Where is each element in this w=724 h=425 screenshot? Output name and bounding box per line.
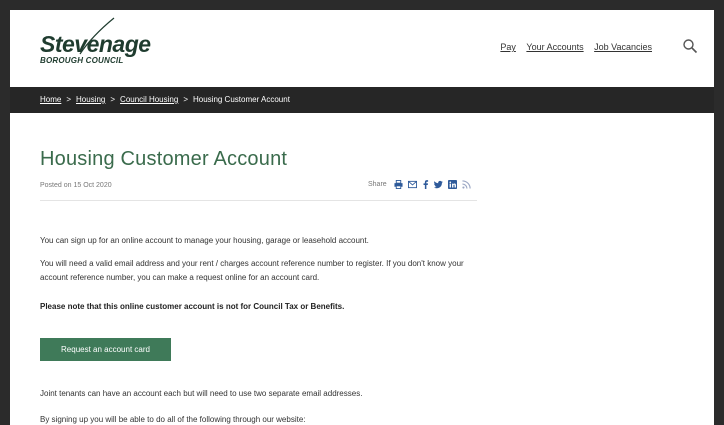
- breadcrumb-current: Housing Customer Account: [192, 95, 290, 104]
- breadcrumb-separator: >: [110, 95, 116, 104]
- rss-icon[interactable]: [462, 180, 471, 189]
- share-bar: Share: [368, 180, 471, 189]
- site-header: Stevenage BOROUGH COUNCIL Pay Your Accou…: [10, 10, 714, 87]
- breadcrumb-bar: Home > Housing > Council Housing > Housing Cus…: [10, 87, 714, 113]
- breadcrumb-housing[interactable]: Housing: [76, 95, 105, 104]
- joint-tenants-paragraph: Joint tenants can have an account each b…: [40, 389, 363, 398]
- nav-link-job-vacancies[interactable]: Job Vacancies: [594, 42, 652, 52]
- divider: [40, 200, 477, 201]
- facebook-icon[interactable]: [422, 180, 429, 189]
- page-title: Housing Customer Account: [40, 148, 288, 170]
- print-icon[interactable]: [394, 180, 403, 189]
- breadcrumb-home[interactable]: Home: [40, 95, 61, 104]
- request-account-card-button[interactable]: Request an account card: [40, 338, 171, 361]
- notice-paragraph: Please note that this online customer ac…: [40, 302, 345, 311]
- page: Stevenage BOROUGH COUNCIL Pay Your Accou…: [10, 10, 714, 425]
- nav-link-pay[interactable]: Pay: [500, 42, 516, 52]
- logo-subtitle: BOROUGH COUNCIL: [40, 56, 124, 65]
- email-icon[interactable]: [407, 180, 417, 189]
- council-logo[interactable]: Stevenage BOROUGH COUNCIL: [40, 17, 151, 66]
- breadcrumb-separator: >: [183, 95, 188, 104]
- nav-link-your-accounts[interactable]: Your Accounts: [526, 42, 583, 52]
- top-navigation: Pay Your Accounts Job Vacancies: [492, 42, 652, 52]
- posted-date: Posted on 15 Oct 2020: [40, 182, 112, 189]
- logo-swoosh-icon: [79, 17, 115, 55]
- breadcrumb-council-housing[interactable]: Council Housing: [120, 95, 178, 104]
- linkedin-icon[interactable]: [447, 180, 457, 189]
- breadcrumb: Home > Housing > Council Housing > Housing Cus…: [40, 95, 290, 104]
- search-icon[interactable]: [682, 38, 698, 54]
- requirements-paragraph: You will need a valid email address and …: [40, 259, 464, 282]
- intro-paragraph: You can sign up for an online account to…: [40, 236, 369, 245]
- breadcrumb-separator: >: [66, 95, 72, 104]
- features-intro-paragraph: By signing up you will be able to do all…: [40, 415, 306, 424]
- share-label: Share: [368, 181, 387, 188]
- twitter-icon[interactable]: [433, 180, 443, 189]
